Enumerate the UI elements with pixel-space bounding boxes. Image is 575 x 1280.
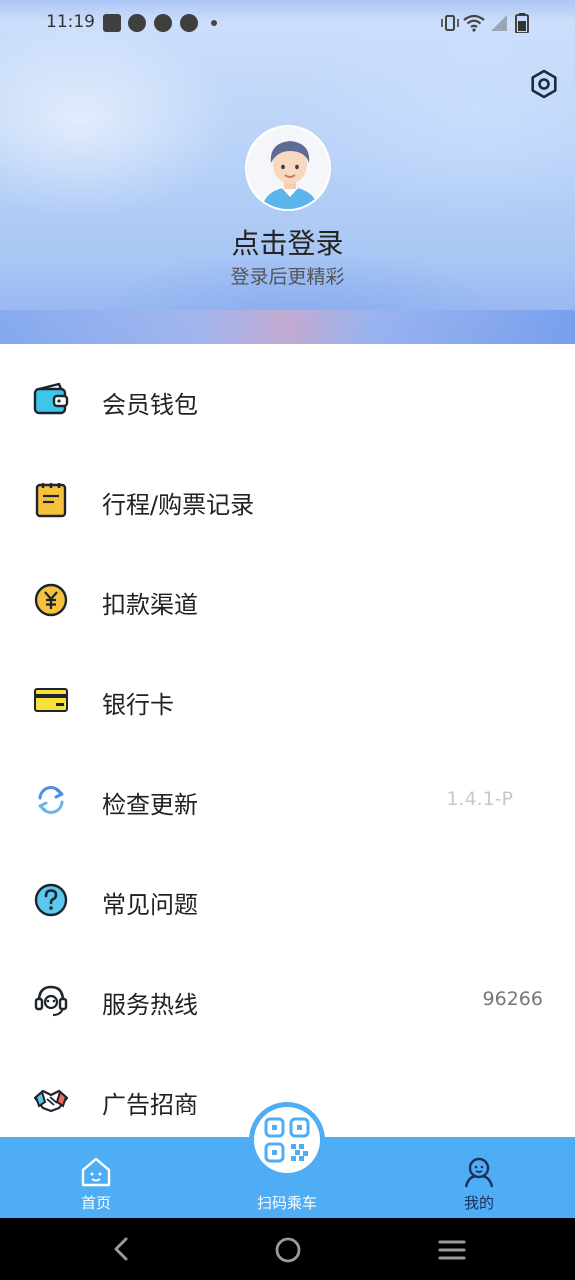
- back-icon[interactable]: [110, 1236, 134, 1262]
- status-time: 11:19: [46, 12, 95, 32]
- yuan-coin-icon: [34, 583, 68, 617]
- home-icon: [81, 1157, 111, 1187]
- hotline-number: 96266: [482, 988, 543, 1010]
- menu-label-service-hotline: 服务热线: [102, 991, 198, 1019]
- battery-icon: [515, 13, 529, 33]
- compass-icon: [128, 14, 146, 32]
- tab-home[interactable]: 首页: [36, 1137, 156, 1218]
- menu-label-check-update: 检查更新: [102, 791, 198, 819]
- signal-icon: [491, 15, 507, 31]
- menu-item-service-hotline[interactable]: 服务热线 96266: [0, 950, 575, 1050]
- menu-item-trip-records[interactable]: 行程/购票记录: [0, 450, 575, 550]
- wallet-icon: [33, 382, 69, 415]
- menu-item-bank-card[interactable]: 银行卡: [0, 650, 575, 750]
- menu-label-trip-records: 行程/购票记录: [102, 491, 255, 519]
- tab-mine-label: 我的: [463, 1194, 494, 1212]
- home-circle-icon[interactable]: [274, 1236, 302, 1264]
- qr-code-icon: [264, 1117, 310, 1163]
- menu-item-wallet[interactable]: 会员钱包: [0, 350, 575, 450]
- more-notifications-icon: [211, 20, 217, 26]
- mail-icon: [103, 14, 121, 32]
- wifi-icon: [463, 14, 485, 32]
- recent-apps-icon[interactable]: [438, 1238, 466, 1262]
- avatar[interactable]: [245, 125, 331, 211]
- menu-label-bank-card: 银行卡: [102, 691, 174, 719]
- menu-item-check-update[interactable]: 检查更新 1.4.1-P: [0, 750, 575, 850]
- compass-icon: [180, 14, 198, 32]
- login-subtitle: 登录后更精彩: [230, 266, 345, 288]
- compass-icon: [154, 14, 172, 32]
- bank-card-icon: [34, 688, 68, 712]
- menu-label-wallet: 会员钱包: [102, 391, 198, 419]
- question-icon: [34, 883, 68, 917]
- status-bar: 11:19: [0, 0, 575, 46]
- tab-scan-label: 扫码乘车: [256, 1194, 317, 1212]
- menu-item-payment-channel[interactable]: 扣款渠道: [0, 550, 575, 650]
- settings-icon[interactable]: [528, 68, 560, 100]
- profile-icon: [464, 1157, 494, 1188]
- default-avatar-icon: [247, 127, 329, 209]
- menu-label-faq: 常见问题: [102, 891, 198, 919]
- scan-qr-button[interactable]: [249, 1102, 325, 1178]
- vibrate-icon: [441, 15, 459, 31]
- refresh-icon: [38, 786, 64, 814]
- notebook-icon: [35, 483, 67, 518]
- headset-icon: [34, 985, 68, 1017]
- app-version: 1.4.1-P: [446, 788, 513, 810]
- menu-label-advertising: 广告招商: [102, 1091, 198, 1119]
- menu-label-payment-channel: 扣款渠道: [102, 591, 198, 619]
- tab-home-label: 首页: [80, 1194, 111, 1212]
- menu-item-faq[interactable]: 常见问题: [0, 850, 575, 950]
- login-title[interactable]: 点击登录: [0, 222, 575, 262]
- tab-mine[interactable]: 我的: [419, 1137, 539, 1218]
- system-navigation-bar: [0, 1218, 575, 1280]
- handshake-icon: [33, 1089, 69, 1113]
